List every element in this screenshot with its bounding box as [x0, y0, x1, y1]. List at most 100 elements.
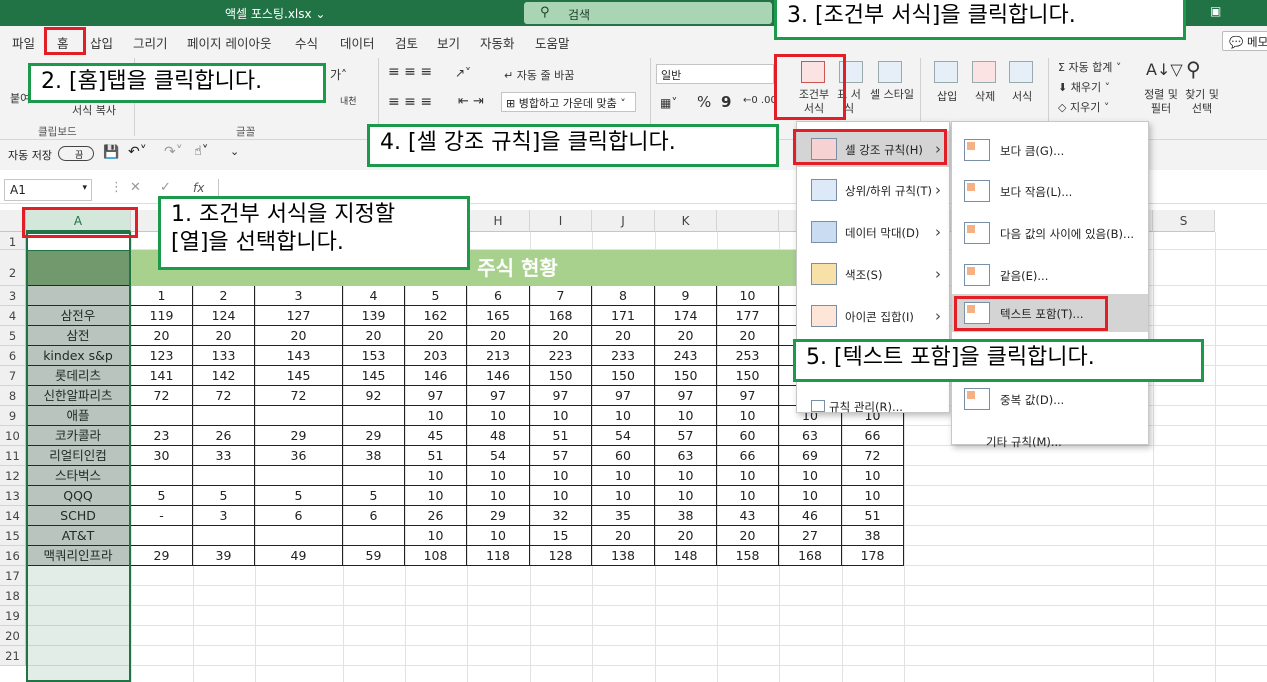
row-header[interactable]: 13	[0, 486, 26, 506]
stock-value-cell[interactable]: 243	[655, 346, 717, 366]
phonetic-icon[interactable]: 내천	[340, 94, 357, 107]
menu-item-5[interactable]: 규칙 관리(R)...	[797, 388, 949, 424]
stock-value-cell[interactable]: 20	[467, 326, 530, 346]
row-header[interactable]: 10	[0, 426, 26, 446]
stock-value-cell[interactable]: 48	[467, 426, 530, 446]
tab-data[interactable]: 데이터	[340, 33, 375, 52]
stock-name-cell[interactable]: SCHD	[26, 506, 131, 526]
autosum-button[interactable]: Σ 자동 합계 ˅	[1058, 59, 1121, 75]
stock-value-cell[interactable]: 10	[592, 486, 655, 506]
submenu-item-6[interactable]: 기타 규칙(M)...	[952, 422, 1148, 460]
stock-value-cell[interactable]: 20	[131, 326, 193, 346]
stock-value-cell[interactable]: 97	[592, 386, 655, 406]
stock-value-cell[interactable]	[131, 526, 193, 546]
stock-value-cell[interactable]: 59	[343, 546, 405, 566]
stock-value-cell[interactable]: 5	[255, 486, 343, 506]
stock-value-cell[interactable]	[343, 466, 405, 486]
stock-value-cell[interactable]: -	[131, 506, 193, 526]
stock-value-cell[interactable]: 20	[655, 526, 717, 546]
delete-label[interactable]: 삭제	[975, 88, 995, 104]
sort-filter-label[interactable]: 정렬 및 필터	[1138, 88, 1184, 116]
clear-button[interactable]: ◇ 지우기 ˅	[1058, 99, 1109, 115]
stock-value-cell[interactable]: 10	[405, 406, 467, 426]
header-number-cell[interactable]: 6	[467, 286, 530, 306]
row-header[interactable]: 18	[0, 586, 26, 606]
stock-value-cell[interactable]: 5	[193, 486, 255, 506]
stock-value-cell[interactable]: 20	[405, 326, 467, 346]
stock-name-cell[interactable]: 롯데리츠	[26, 366, 131, 386]
restore-window-icon[interactable]: ▣	[1210, 4, 1221, 18]
stock-value-cell[interactable]: 5	[131, 486, 193, 506]
row-header[interactable]: 6	[0, 346, 26, 366]
stock-value-cell[interactable]: 123	[131, 346, 193, 366]
name-box[interactable]: A1 ▾	[4, 179, 92, 201]
stock-value-cell[interactable]: 171	[592, 306, 655, 326]
stock-value-cell[interactable]: 143	[255, 346, 343, 366]
stock-value-cell[interactable]: 20	[530, 326, 592, 346]
stock-value-cell[interactable]	[343, 406, 405, 426]
row-header[interactable]: 14	[0, 506, 26, 526]
stock-value-cell[interactable]: 45	[405, 426, 467, 446]
menu-item-4[interactable]: 아이콘 집합(I) ›	[797, 298, 949, 334]
stock-value-cell[interactable]: 10	[842, 466, 904, 486]
stock-value-cell[interactable]: 43	[717, 506, 779, 526]
stock-value-cell[interactable]	[255, 466, 343, 486]
stock-value-cell[interactable]: 20	[717, 526, 779, 546]
stock-name-cell[interactable]: 애플	[26, 406, 131, 426]
stock-name-cell[interactable]: 삼전우	[26, 306, 131, 326]
stock-value-cell[interactable]: 233	[592, 346, 655, 366]
stock-value-cell[interactable]	[131, 406, 193, 426]
column-header[interactable]: J	[592, 210, 655, 232]
stock-value-cell[interactable]: 141	[131, 366, 193, 386]
stock-value-cell[interactable]: 20	[717, 326, 779, 346]
row-header[interactable]: 21	[0, 646, 26, 666]
find-select-label[interactable]: 찾기 및 선택	[1180, 88, 1224, 116]
tab-formulas[interactable]: 수식	[295, 33, 318, 52]
tab-page-layout[interactable]: 페이지 레이아웃	[187, 33, 271, 52]
stock-value-cell[interactable]: 20	[255, 326, 343, 346]
number-format-select[interactable]: 일반	[656, 64, 774, 84]
stock-value-cell[interactable]: 97	[467, 386, 530, 406]
stock-value-cell[interactable]: 32	[530, 506, 592, 526]
stock-value-cell[interactable]: 10	[467, 406, 530, 426]
stock-value-cell[interactable]: 27	[779, 526, 842, 546]
stock-value-cell[interactable]: 10	[530, 406, 592, 426]
stock-value-cell[interactable]: 66	[842, 426, 904, 446]
stock-value-cell[interactable]: 57	[530, 446, 592, 466]
stock-value-cell[interactable]: 139	[343, 306, 405, 326]
row-header[interactable]: 7	[0, 366, 26, 386]
stock-value-cell[interactable]: 30	[131, 446, 193, 466]
comma-button[interactable]: 9	[721, 93, 731, 111]
stock-value-cell[interactable]: 165	[467, 306, 530, 326]
stock-value-cell[interactable]: 10	[842, 486, 904, 506]
stock-value-cell[interactable]: 10	[405, 466, 467, 486]
header-label-cell[interactable]	[26, 286, 131, 306]
header-number-cell[interactable]: 10	[717, 286, 779, 306]
stock-value-cell[interactable]: 46	[779, 506, 842, 526]
tab-help[interactable]: 도움말	[535, 33, 570, 52]
stock-value-cell[interactable]: 20	[193, 326, 255, 346]
stock-value-cell[interactable]: 63	[779, 426, 842, 446]
title-label-cell[interactable]	[26, 250, 131, 286]
stock-value-cell[interactable]: 69	[779, 446, 842, 466]
stock-value-cell[interactable]	[131, 466, 193, 486]
percent-button[interactable]: %	[697, 93, 711, 111]
stock-value-cell[interactable]: 253	[717, 346, 779, 366]
header-number-cell[interactable]: 4	[343, 286, 405, 306]
merge-center-button[interactable]: ⊞ 병합하고 가운데 맞춤 ˅	[501, 92, 636, 112]
stock-name-cell[interactable]: kindex s&p	[26, 346, 131, 366]
stock-value-cell[interactable]: 29	[255, 426, 343, 446]
row-header[interactable]: 16	[0, 546, 26, 566]
align-left-icon[interactable]: ≡ ≡ ≡	[388, 94, 432, 110]
stock-value-cell[interactable]: 178	[842, 546, 904, 566]
cell-style-icon[interactable]	[878, 61, 902, 83]
tab-automate[interactable]: 자동화	[480, 33, 515, 52]
stock-value-cell[interactable]: 20	[592, 326, 655, 346]
stock-value-cell[interactable]: 38	[842, 526, 904, 546]
row-header[interactable]: 12	[0, 466, 26, 486]
menu-item-3[interactable]: 색조(S) ›	[797, 256, 949, 292]
submenu-item-2[interactable]: 다음 값의 사이에 있음(B)...	[952, 214, 1148, 252]
stock-value-cell[interactable]	[193, 406, 255, 426]
format-cells-icon[interactable]	[1009, 61, 1033, 83]
fx-icon[interactable]: fx	[193, 181, 204, 195]
